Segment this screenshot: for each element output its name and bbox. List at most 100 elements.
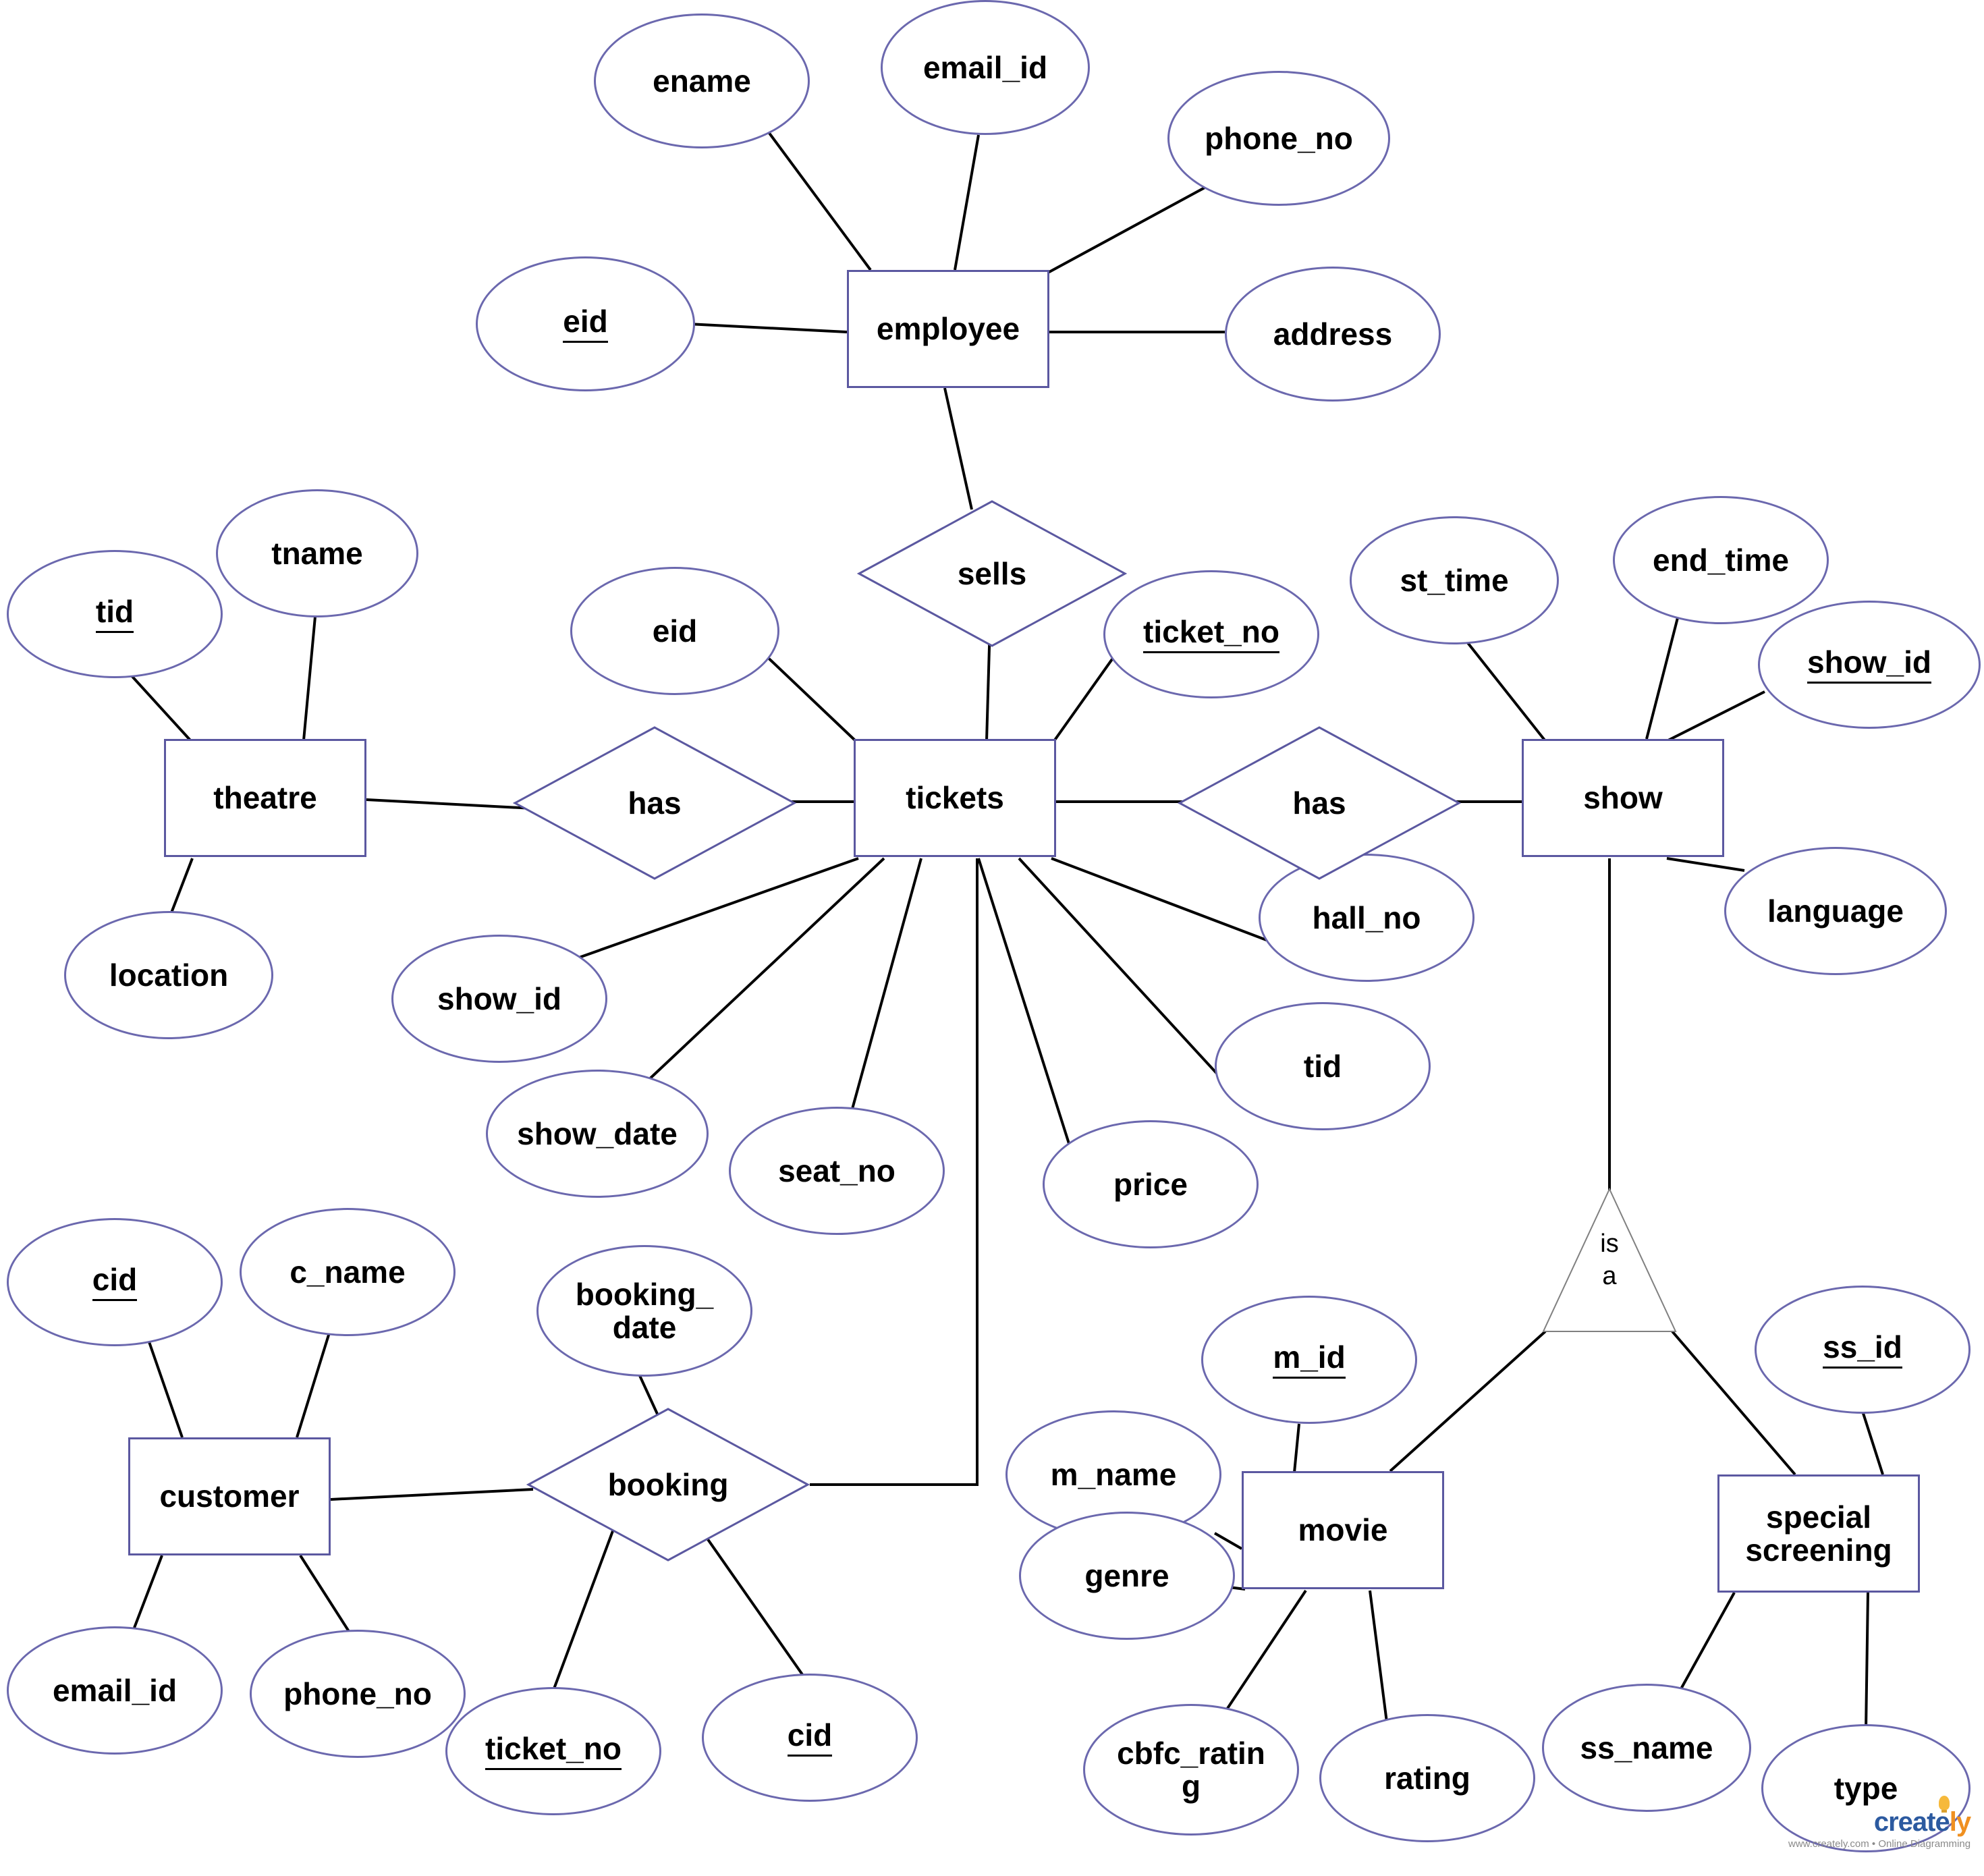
- relationship-label: booking: [607, 1466, 729, 1502]
- entity-label: show: [1583, 780, 1663, 816]
- relationship-sells[interactable]: sells: [857, 499, 1127, 648]
- attribute-label: hall_no: [1312, 900, 1421, 935]
- edge-cu_cid-customer: [146, 1335, 184, 1438]
- attribute-label: end_time: [1653, 542, 1789, 578]
- edge-emp_phone_no-employee: [1047, 181, 1215, 274]
- attribute-tk_eid[interactable]: eid: [570, 567, 779, 695]
- attribute-tk_price[interactable]: price: [1043, 1120, 1259, 1248]
- creately-watermark: creately www.creately.com • Online Diagr…: [1788, 1796, 1971, 1850]
- relationship-label: has: [628, 785, 682, 821]
- attribute-cu_phone_no[interactable]: phone_no: [250, 1630, 466, 1758]
- edge-sh_end_time-show: [1645, 607, 1682, 740]
- attribute-label: location: [109, 957, 229, 993]
- watermark-tagline: www.creately.com • Online Diagramming: [1788, 1838, 1971, 1850]
- attribute-sh_st_time[interactable]: st_time: [1350, 516, 1559, 644]
- edge-sh_st_time-show: [1460, 633, 1547, 742]
- attribute-ss_ss_id[interactable]: ss_id: [1755, 1286, 1971, 1414]
- attribute-label: ss_name: [1580, 1730, 1713, 1765]
- attribute-label-primary-key: eid: [563, 305, 608, 343]
- attribute-th_location[interactable]: location: [64, 911, 273, 1039]
- edge-mv_m_id-movie: [1293, 1423, 1300, 1473]
- edge-ss_ss_name-special_screening: [1678, 1592, 1736, 1693]
- attribute-label: c_name: [290, 1254, 406, 1290]
- attribute-bk_ticket_no[interactable]: ticket_no: [445, 1687, 661, 1815]
- attribute-th_tid[interactable]: tid: [7, 550, 223, 678]
- attribute-emp_phone_no[interactable]: phone_no: [1167, 71, 1390, 206]
- attribute-th_tname[interactable]: tname: [216, 489, 418, 617]
- attribute-label: phone_no: [1205, 120, 1353, 156]
- entity-tickets[interactable]: tickets: [854, 739, 1056, 857]
- attribute-label: price: [1113, 1166, 1188, 1202]
- attribute-label-primary-key: m_id: [1273, 1341, 1346, 1379]
- attribute-bk_booking_date[interactable]: booking_ date: [536, 1245, 752, 1377]
- relationship-has_tickets_show[interactable]: has: [1178, 725, 1461, 881]
- edge-tk_price-tickets: [977, 858, 1081, 1178]
- edge-customer-booking: [330, 1488, 534, 1501]
- attribute-mv_cbfc_rating[interactable]: cbfc_ratin g: [1083, 1704, 1299, 1836]
- attribute-bk_cid[interactable]: cid: [702, 1674, 918, 1802]
- attribute-label-primary-key: ticket_no: [1143, 615, 1279, 653]
- attribute-tk_tid[interactable]: tid: [1215, 1002, 1431, 1130]
- attribute-tk_seat_no[interactable]: seat_no: [729, 1107, 945, 1235]
- attribute-label: cbfc_ratin g: [1117, 1736, 1265, 1804]
- edge-th_tname-theatre: [302, 609, 317, 741]
- entity-employee[interactable]: employee: [847, 270, 1049, 388]
- entity-show[interactable]: show: [1522, 739, 1724, 857]
- attribute-sh_end_time[interactable]: end_time: [1613, 496, 1829, 624]
- generalization-is_a[interactable]: is a: [1542, 1188, 1677, 1333]
- attribute-tk_show_id[interactable]: show_id: [391, 935, 607, 1063]
- attribute-mv_rating[interactable]: rating: [1319, 1714, 1535, 1842]
- attribute-label: email_id: [922, 49, 1048, 85]
- attribute-label: show_date: [517, 1115, 678, 1151]
- attribute-ss_ss_name[interactable]: ss_name: [1542, 1684, 1751, 1812]
- entity-customer[interactable]: customer: [128, 1437, 331, 1555]
- attribute-label: eid: [652, 613, 698, 649]
- brand-part-3: ly: [1949, 1807, 1971, 1837]
- attribute-cu_cid[interactable]: cid: [7, 1218, 223, 1346]
- entity-special_screening[interactable]: special screening: [1717, 1474, 1920, 1593]
- relationship-label: has: [1292, 785, 1346, 821]
- attribute-label: booking_ date: [575, 1277, 714, 1345]
- edge-mv_rating-movie: [1369, 1590, 1388, 1723]
- attribute-emp_address[interactable]: address: [1225, 267, 1441, 402]
- entity-label: tickets: [906, 780, 1004, 816]
- attribute-label: type: [1834, 1770, 1898, 1806]
- attribute-label-primary-key: cid: [92, 1263, 138, 1301]
- creately-logo: creately: [1873, 1796, 1971, 1837]
- attribute-tk_ticket_no[interactable]: ticket_no: [1103, 570, 1319, 698]
- attribute-label: st_time: [1400, 562, 1509, 598]
- attribute-label: email_id: [52, 1672, 177, 1708]
- attribute-mv_genre[interactable]: genre: [1019, 1512, 1235, 1640]
- relationship-has_theatre_tickets[interactable]: has: [513, 725, 796, 881]
- attribute-sh_language[interactable]: language: [1724, 847, 1947, 975]
- entity-theatre[interactable]: theatre: [164, 739, 366, 857]
- attribute-emp_email_id[interactable]: email_id: [881, 0, 1090, 135]
- attribute-emp_ename[interactable]: ename: [594, 13, 810, 148]
- edge-theatre-has_theatre_tickets: [366, 798, 534, 810]
- relationship-label: sells: [957, 555, 1027, 591]
- brand-part-1: creat: [1873, 1807, 1936, 1837]
- entity-movie[interactable]: movie: [1242, 1471, 1444, 1589]
- edge-tk_ticket_no-tickets: [1053, 646, 1122, 742]
- attribute-cu_c_name[interactable]: c_name: [240, 1208, 456, 1336]
- relationship-booking[interactable]: booking: [526, 1407, 810, 1562]
- attribute-sh_show_id[interactable]: show_id: [1758, 601, 1981, 729]
- edge-mv_cbfc_rating-movie: [1213, 1589, 1307, 1729]
- edge-cu_phone_no-customer: [299, 1554, 356, 1641]
- attribute-label-primary-key: ticket_no: [485, 1732, 622, 1770]
- entity-label: theatre: [213, 780, 317, 816]
- attribute-tk_show_date[interactable]: show_date: [486, 1070, 709, 1198]
- lightbulb-icon: [1939, 1796, 1950, 1813]
- attribute-mv_m_id[interactable]: m_id: [1201, 1296, 1417, 1424]
- edge-sh_language-show: [1666, 857, 1745, 872]
- attribute-emp_eid[interactable]: eid: [476, 256, 695, 391]
- edge-ss_ss_id-special_screening: [1860, 1406, 1884, 1475]
- attribute-label: show_id: [437, 981, 562, 1016]
- attribute-cu_email_id[interactable]: email_id: [7, 1626, 223, 1755]
- entity-label: customer: [159, 1479, 300, 1514]
- attribute-label: tid: [1303, 1048, 1342, 1084]
- attribute-label: ename: [653, 63, 751, 99]
- entity-label: movie: [1298, 1512, 1388, 1548]
- attribute-label: language: [1767, 893, 1904, 929]
- entity-label: special screening: [1745, 1499, 1892, 1568]
